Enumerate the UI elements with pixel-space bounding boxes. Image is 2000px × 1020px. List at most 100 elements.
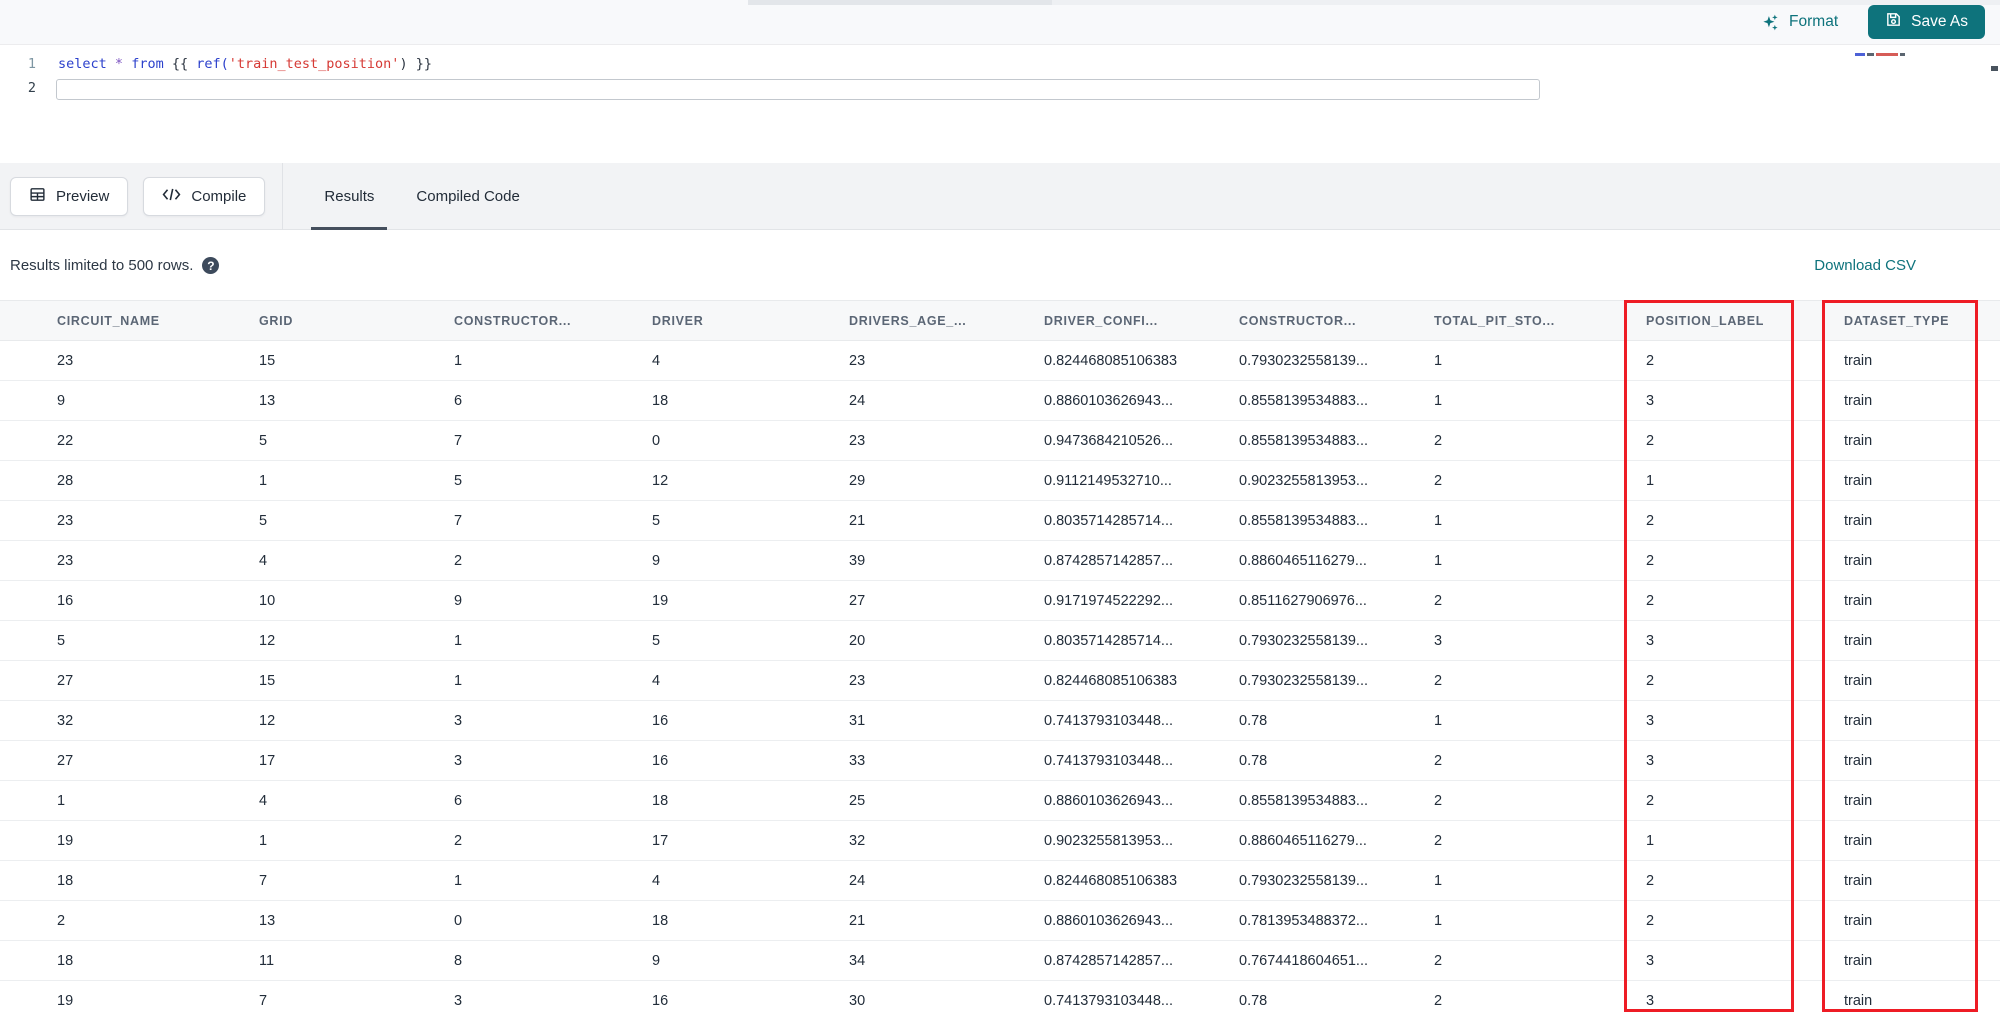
table-cell: train [1787, 980, 2000, 1020]
preview-label: Preview [56, 187, 110, 205]
table-cell: train [1787, 660, 2000, 701]
table-cell: 0.7413793103448... [987, 700, 1182, 741]
table-cell: 3 [1589, 740, 1787, 781]
table-cell: 7 [202, 860, 397, 901]
table-cell: 3 [1589, 700, 1787, 741]
table-cell: 17 [595, 820, 792, 861]
table-row: 19 7 3 16 30 0.7413793103448... 0.78 2 3 train [0, 980, 2000, 1020]
table-cell: train [1787, 700, 2000, 741]
table-cell: 9 [0, 380, 202, 421]
column-header: CONSTRUCTOR... [1182, 300, 1377, 341]
table-cell: 2 [1377, 780, 1589, 821]
sql-code-editor[interactable]: 12 select * from {{ ref('train_test_posi… [0, 46, 2000, 163]
save-as-button[interactable]: Save As [1868, 5, 1985, 39]
sparkles-icon [1761, 13, 1780, 32]
minimap-scroll-marker[interactable] [1991, 66, 1998, 71]
table-cell: 2 [1589, 580, 1787, 621]
table-cell: 0.8558139534883... [1182, 500, 1377, 541]
preview-button[interactable]: Preview [10, 176, 129, 216]
table-cell: 0.7930232558139... [1182, 340, 1377, 381]
table-cell: 2 [1589, 660, 1787, 701]
code-brackets-icon [162, 186, 181, 207]
table-row: 23 5 7 5 21 0.8035714285714... 0.8558139534883… [0, 500, 2000, 541]
table-cell: 2 [397, 540, 595, 581]
table-cell: 1 [202, 820, 397, 861]
table-cell: 0.8558139534883... [1182, 420, 1377, 461]
table-cell: 0.7413793103448... [987, 740, 1182, 781]
table-cell: 0.9473684210526... [987, 420, 1182, 461]
table-cell: 1 [397, 660, 595, 701]
code-line[interactable] [58, 76, 432, 100]
table-cell: 18 [595, 780, 792, 821]
table-grid-icon [29, 186, 46, 207]
table-cell: train [1787, 940, 2000, 981]
table-cell: 0.8742857142857... [987, 540, 1182, 581]
table-cell: 5 [595, 500, 792, 541]
table-cell: 2 [1589, 900, 1787, 941]
table-cell: 15 [202, 340, 397, 381]
table-cell: 2 [1589, 500, 1787, 541]
table-cell: 31 [792, 700, 987, 741]
floppy-disk-icon [1885, 11, 1902, 33]
code-content[interactable]: select * from {{ ref('train_test_positio… [58, 52, 432, 100]
table-cell: 10 [202, 580, 397, 621]
table-cell: train [1787, 340, 2000, 381]
file-tab-strip [748, 0, 1052, 5]
table-cell: 21 [792, 900, 987, 941]
table-cell: 13 [202, 380, 397, 421]
table-cell: 2 [1377, 820, 1589, 861]
table-cell: 3 [397, 980, 595, 1020]
table-cell: 27 [0, 660, 202, 701]
results-tabs: Results Compiled Code [311, 163, 532, 230]
table-cell: 15 [202, 660, 397, 701]
tab-compiled-code[interactable]: Compiled Code [403, 163, 532, 230]
table-cell: 27 [792, 580, 987, 621]
table-cell: 1 [1589, 820, 1787, 861]
format-button[interactable]: Format [1761, 13, 1838, 32]
table-cell: 18 [595, 380, 792, 421]
column-header: TOTAL_PIT_STO... [1377, 300, 1589, 341]
question-circle-icon[interactable]: ? [202, 257, 220, 274]
table-cell: 1 [1377, 700, 1589, 741]
table-cell: 5 [0, 620, 202, 661]
table-cell: 1 [1377, 900, 1589, 941]
code-line[interactable]: select * from {{ ref('train_test_positio… [58, 52, 432, 76]
table-cell: 6 [397, 780, 595, 821]
table-cell: 0.7930232558139... [1182, 860, 1377, 901]
table-cell: 5 [202, 500, 397, 541]
results-table-container: CIRCUIT_NAME GRID CONSTRUCTOR... DRIVER DRIV… [0, 300, 2000, 1020]
table-cell: 2 [1377, 980, 1589, 1020]
table-cell: 0.8558139534883... [1182, 780, 1377, 821]
table-cell: 3 [1589, 620, 1787, 661]
toolbar-divider [282, 162, 284, 230]
column-header: CONSTRUCTOR... [397, 300, 595, 341]
table-cell: 5 [202, 420, 397, 461]
table-cell: 3 [1589, 380, 1787, 421]
table-cell: 18 [0, 940, 202, 981]
download-csv-link[interactable]: Download CSV [1814, 257, 1916, 274]
table-cell: 3 [1589, 940, 1787, 981]
editor-minimap[interactable] [1855, 53, 1905, 56]
tab-results[interactable]: Results [311, 163, 388, 230]
table-cell: 1 [1377, 380, 1589, 421]
table-cell: 2 [1377, 420, 1589, 461]
column-header: GRID [202, 300, 397, 341]
file-tab-strip-right [1052, 0, 2000, 5]
table-cell: 0.9023255813953... [987, 820, 1182, 861]
table-cell: 23 [0, 500, 202, 541]
line-number: 1 [27, 56, 36, 72]
table-cell: 23 [792, 420, 987, 461]
results-info-bar: Results limited to 500 rows. ? Download … [0, 231, 2000, 300]
table-cell: 21 [792, 500, 987, 541]
table-cell: 0.8860103626943... [987, 900, 1182, 941]
table-cell: 2 [1589, 340, 1787, 381]
compile-button[interactable]: Compile [143, 176, 266, 216]
table-header-row: CIRCUIT_NAME GRID CONSTRUCTOR... DRIVER DRIV… [0, 300, 2000, 341]
table-cell: 23 [792, 340, 987, 381]
table-cell: 0.78 [1182, 980, 1377, 1020]
table-cell: 17 [202, 740, 397, 781]
table-cell: 27 [0, 740, 202, 781]
column-header: DRIVERS_AGE_... [792, 300, 987, 341]
results-action-bar: Preview Compile Results Compiled Code [0, 162, 2000, 230]
table-cell: 5 [397, 460, 595, 501]
